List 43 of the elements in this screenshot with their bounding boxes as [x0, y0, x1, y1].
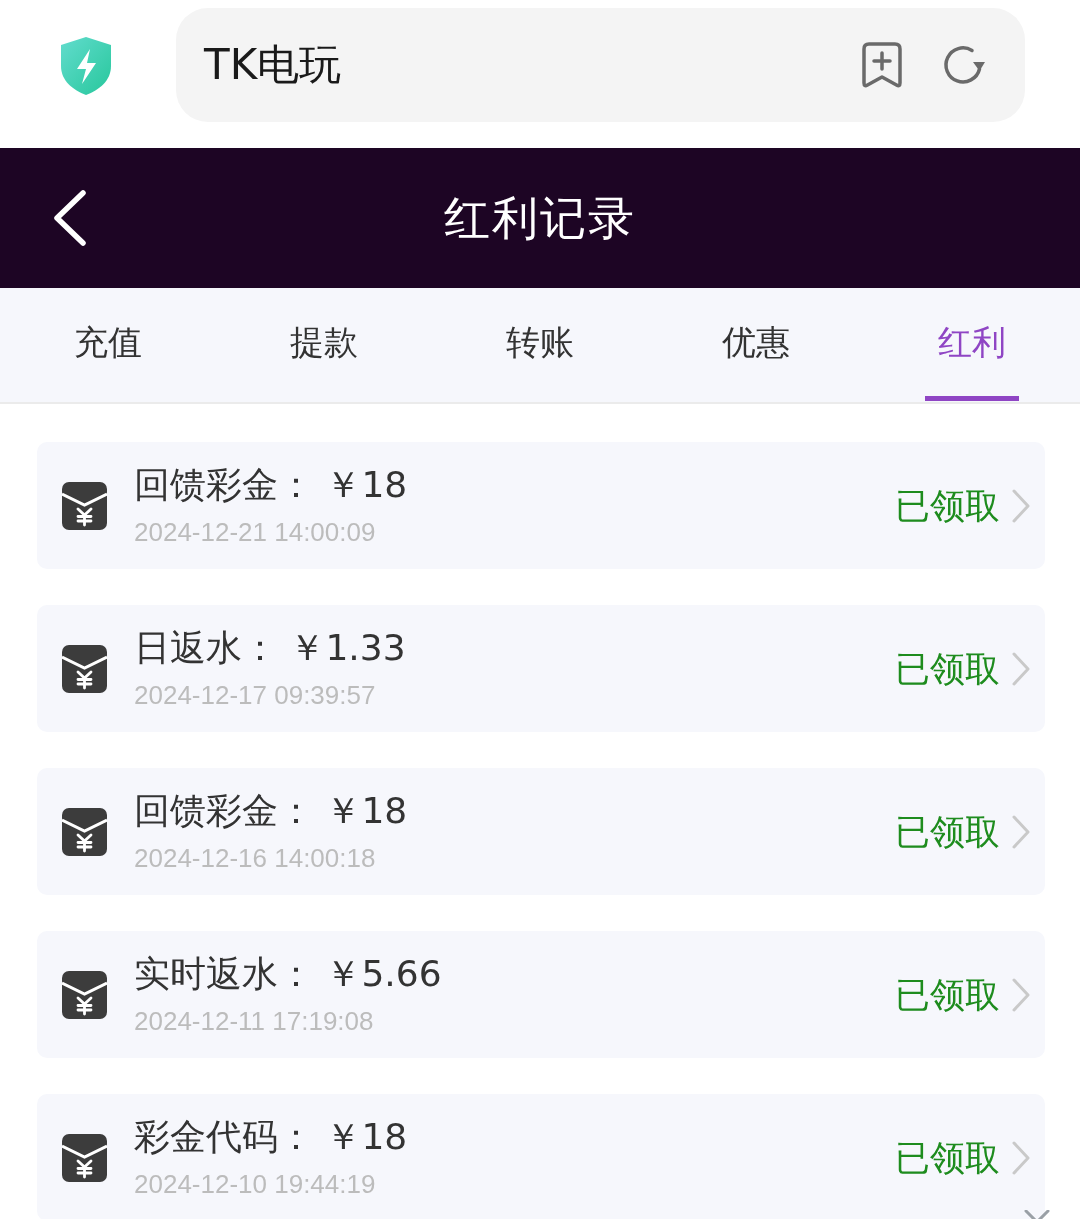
chevron-right-icon	[1012, 651, 1030, 686]
chevron-right-icon	[1012, 977, 1030, 1012]
record-title: 回馈彩金： ￥18	[134, 788, 408, 833]
money-envelope-icon	[62, 481, 107, 530]
record-status: 已领取	[895, 973, 1000, 1017]
record-status: 已领取	[895, 810, 1000, 854]
record-title: 回馈彩金： ￥18	[134, 462, 408, 507]
chevron-right-icon	[1012, 488, 1030, 523]
refresh-icon[interactable]	[941, 43, 985, 87]
bookmark-add-icon[interactable]	[861, 41, 903, 89]
chevron-right-icon	[1012, 814, 1030, 849]
record-time: 2024-12-16 14:00:18	[134, 841, 376, 875]
record-title: 日返水： ￥1.33	[134, 625, 406, 670]
address-text: TK电玩	[204, 40, 342, 90]
record-time: 2024-12-10 19:44:19	[134, 1167, 376, 1201]
money-envelope-icon	[62, 970, 107, 1019]
record-time: 2024-12-11 17:19:08	[134, 1004, 374, 1038]
record-status: 已领取	[895, 484, 1000, 528]
back-icon[interactable]	[52, 190, 88, 246]
money-envelope-icon	[62, 1133, 107, 1182]
money-envelope-icon	[62, 807, 107, 856]
shield-icon	[60, 36, 112, 96]
money-envelope-icon	[62, 644, 107, 693]
record-title: 彩金代码： ￥18	[134, 1114, 408, 1159]
tab[interactable]: 红利	[864, 288, 1080, 402]
chevron-right-icon	[1012, 1140, 1030, 1175]
record-card[interactable]: 回馈彩金： ￥18 2024-12-16 14:00:18 已领取	[37, 768, 1045, 895]
tab[interactable]: 提款	[216, 288, 432, 402]
record-card[interactable]: 日返水： ￥1.33 2024-12-17 09:39:57 已领取	[37, 605, 1045, 732]
address-bar[interactable]: TK电玩	[176, 8, 1025, 122]
record-time: 2024-12-17 09:39:57	[134, 678, 376, 712]
tab[interactable]: 转账	[432, 288, 648, 402]
page-title: 红利记录	[444, 190, 636, 246]
record-card[interactable]: 实时返水： ￥5.66 2024-12-11 17:19:08 已领取	[37, 931, 1045, 1058]
tab[interactable]: 充值	[0, 288, 216, 402]
record-card[interactable]: 彩金代码： ￥18 2024-12-10 19:44:19 已领取	[37, 1094, 1045, 1219]
record-status: 已领取	[895, 1136, 1000, 1180]
record-status: 已领取	[895, 647, 1000, 691]
tab[interactable]: 优惠	[648, 288, 864, 402]
record-time: 2024-12-21 14:00:09	[134, 515, 376, 549]
record-title: 实时返水： ￥5.66	[134, 951, 442, 996]
record-card[interactable]: 回馈彩金： ￥18 2024-12-21 14:00:09 已领取	[37, 442, 1045, 569]
close-icon[interactable]	[1024, 1210, 1050, 1219]
